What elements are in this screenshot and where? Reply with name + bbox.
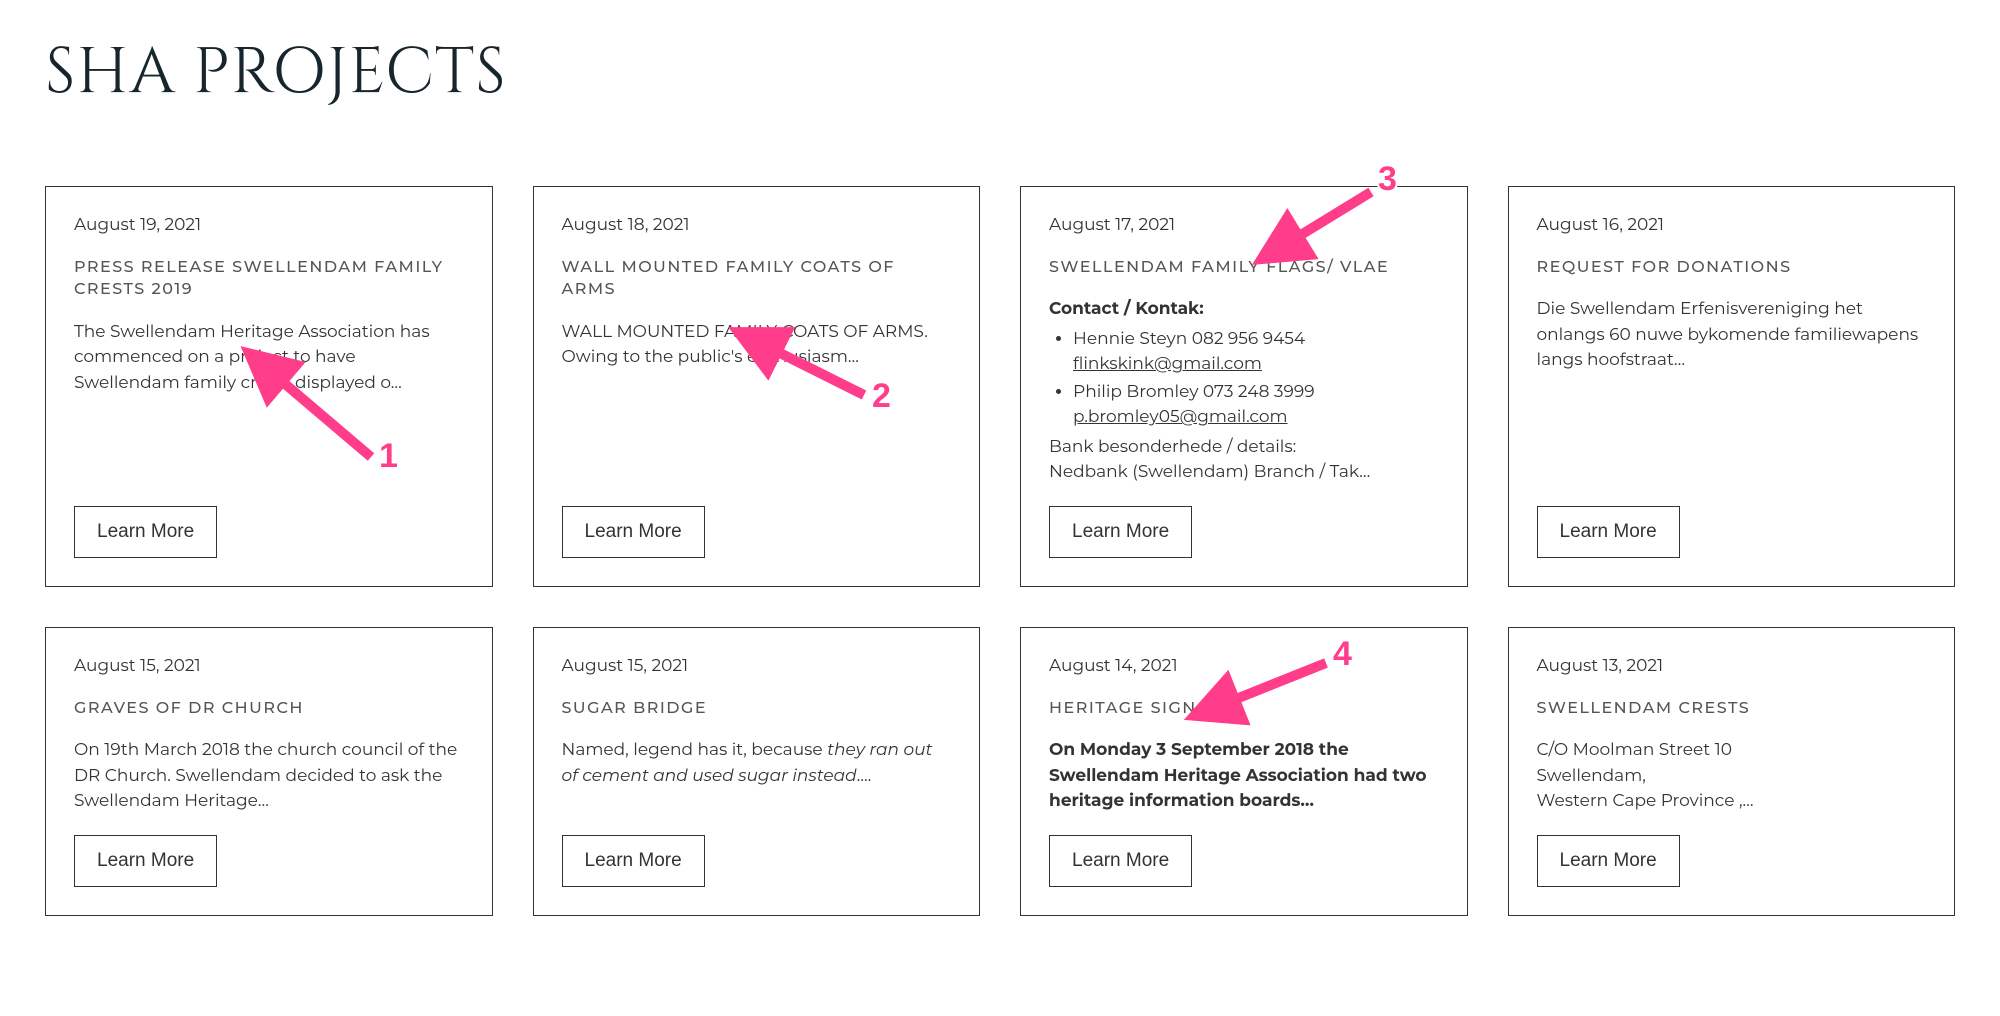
card-title: PRESS RELEASE SWELLENDAM FAMILY CRESTS 2… [74, 257, 464, 302]
bank-line: Bank besonderhede / details: [1049, 437, 1296, 457]
learn-more-button[interactable]: Learn More [562, 506, 705, 558]
card-body: C/O Moolman Street 10 Swellendam, Wester… [1537, 738, 1927, 815]
card-title: HERITAGE SIGNAGE [1049, 698, 1439, 720]
projects-grid: August 19, 2021 PRESS RELEASE SWELLENDAM… [45, 186, 1955, 916]
project-card: August 17, 2021 SWELLENDAM FAMILY FLAGS/… [1020, 186, 1468, 587]
card-title: SWELLENDAM FAMILY FLAGS/ VLAE [1049, 257, 1439, 279]
project-card: August 14, 2021 HERITAGE SIGNAGE On Mond… [1020, 627, 1468, 916]
card-date: August 15, 2021 [562, 656, 952, 676]
card-body: On 19th March 2018 the church council of… [74, 738, 464, 815]
project-card: August 15, 2021 GRAVES OF DR CHURCH On 1… [45, 627, 493, 916]
learn-more-button[interactable]: Learn More [74, 835, 217, 887]
card-body: On Monday 3 September 2018 the Swellenda… [1049, 738, 1439, 815]
card-body: WALL MOUNTED FAMILY COATS OF ARMS. Owing… [562, 320, 952, 486]
learn-more-button[interactable]: Learn More [74, 506, 217, 558]
learn-more-button[interactable]: Learn More [1049, 835, 1192, 887]
body-line: Swellendam, [1537, 766, 1646, 786]
body-line: WALL MOUNTED FAMILY COATS OF ARMS. [562, 322, 928, 342]
card-date: August 19, 2021 [74, 215, 464, 235]
body-line: Owing to the public's enthusiasm… [562, 347, 859, 367]
card-title: GRAVES OF DR CHURCH [74, 698, 464, 720]
card-body: Named, legend has it, because they ran o… [562, 738, 952, 815]
body-text: Named, legend has it, because [562, 740, 828, 760]
learn-more-button[interactable]: Learn More [1537, 506, 1680, 558]
body-text: …. [857, 766, 872, 786]
svg-text:3: 3 [1378, 160, 1397, 198]
contact-item: Hennie Steyn 082 956 9454 flinkskink@gma… [1073, 327, 1439, 378]
contact-name: Hennie Steyn 082 956 9454 [1073, 329, 1305, 349]
contact-label: Contact / Kontak: [1049, 299, 1204, 319]
card-date: August 17, 2021 [1049, 215, 1439, 235]
contact-name: Philip Bromley 073 248 3999 [1073, 382, 1315, 402]
body-bold: On Monday 3 September 2018 the Swellenda… [1049, 740, 1427, 811]
card-title: SUGAR BRIDGE [562, 698, 952, 720]
bank-line: Nedbank (Swellendam) Branch / Tak… [1049, 462, 1370, 482]
body-line: C/O Moolman Street 10 [1537, 740, 1733, 760]
card-body: Die Swellendam Erfenisvereniging het onl… [1537, 297, 1927, 486]
card-title: SWELLENDAM CRESTS [1537, 698, 1927, 720]
card-title: REQUEST FOR DONATIONS [1537, 257, 1927, 279]
card-body: The Swellendam Heritage Association has … [74, 320, 464, 486]
learn-more-button[interactable]: Learn More [1049, 506, 1192, 558]
contact-email-link[interactable]: p.bromley05@gmail.com [1073, 407, 1288, 427]
contact-email-link[interactable]: flinkskink@gmail.com [1073, 354, 1262, 374]
card-title: WALL MOUNTED FAMILY COATS OF ARMS [562, 257, 952, 302]
contact-item: Philip Bromley 073 248 3999 p.bromley05@… [1073, 380, 1439, 431]
project-card: August 13, 2021 SWELLENDAM CRESTS C/O Mo… [1508, 627, 1956, 916]
card-date: August 15, 2021 [74, 656, 464, 676]
learn-more-button[interactable]: Learn More [1537, 835, 1680, 887]
page-title: SHA PROJECTS [45, 30, 1955, 116]
learn-more-button[interactable]: Learn More [562, 835, 705, 887]
card-date: August 13, 2021 [1537, 656, 1927, 676]
project-card: August 16, 2021 REQUEST FOR DONATIONS Di… [1508, 186, 1956, 587]
card-body: Contact / Kontak: Hennie Steyn 082 956 9… [1049, 297, 1439, 486]
project-card: August 15, 2021 SUGAR BRIDGE Named, lege… [533, 627, 981, 916]
project-card: August 18, 2021 WALL MOUNTED FAMILY COAT… [533, 186, 981, 587]
card-date: August 14, 2021 [1049, 656, 1439, 676]
body-line: Western Cape Province ,… [1537, 791, 1754, 811]
card-date: August 16, 2021 [1537, 215, 1927, 235]
project-card: August 19, 2021 PRESS RELEASE SWELLENDAM… [45, 186, 493, 587]
card-date: August 18, 2021 [562, 215, 952, 235]
